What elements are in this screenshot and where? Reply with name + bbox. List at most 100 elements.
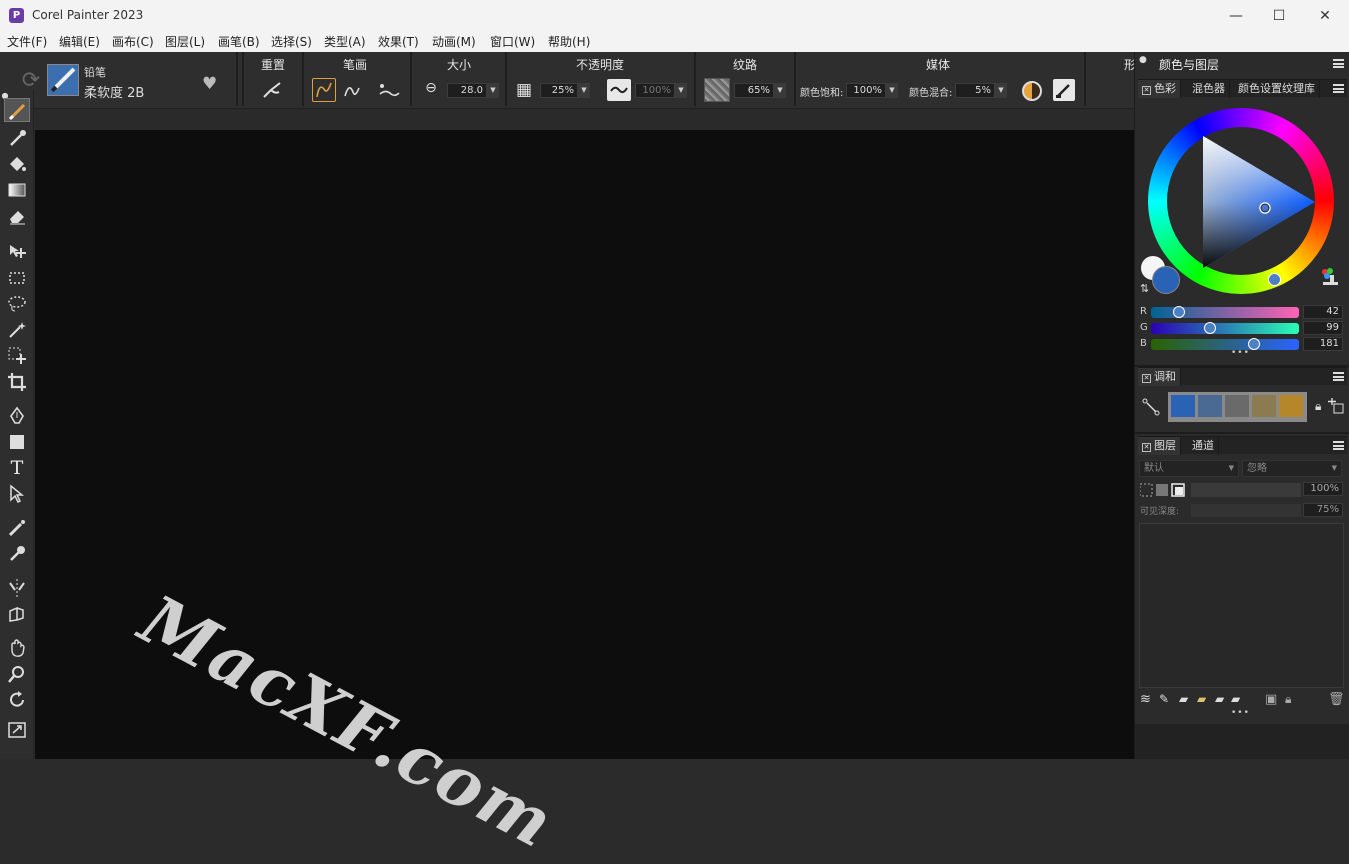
layers-panel-more-icon[interactable]: ••• <box>1231 708 1250 718</box>
menu-brushes[interactable]: 画笔(B) <box>218 33 260 50</box>
close-button[interactable]: ✕ <box>1302 0 1348 32</box>
harmony-menu-icon[interactable] <box>1333 372 1344 381</box>
stroke-options-button[interactable] <box>377 80 401 104</box>
opacity-field[interactable]: 25% <box>540 83 578 98</box>
menu-effects[interactable]: 效果(T) <box>378 33 419 50</box>
lock-harmony-icon[interactable]: 🔒︎ <box>1315 399 1321 414</box>
menu-select[interactable]: 选择(S) <box>271 33 312 50</box>
tab-color-sets[interactable]: 颜色设置纹理库 <box>1234 80 1320 98</box>
swap-colors-icon[interactable]: ⇅ <box>1140 282 1149 295</box>
grain-dropdown[interactable]: ▼ <box>774 83 786 98</box>
color-sampling-icon[interactable] <box>1318 267 1340 289</box>
saturation-value-triangle[interactable] <box>1195 132 1319 272</box>
size-field[interactable]: 28.0 <box>447 83 487 98</box>
lock-layer-icon[interactable]: 🔒︎ <box>1285 692 1291 707</box>
b-value-field[interactable]: 181 <box>1303 337 1343 351</box>
reset-brush-icon[interactable] <box>259 80 285 104</box>
tab-harmony[interactable]: ✕ 调和 <box>1138 368 1181 386</box>
blend-dropdown[interactable]: ▼ <box>995 83 1007 98</box>
rubber-stamp-tool-icon[interactable] <box>4 542 30 566</box>
brush-category[interactable]: 铅笔 <box>84 64 106 80</box>
g-slider[interactable] <box>1151 322 1299 334</box>
r-slider-knob[interactable] <box>1173 306 1186 318</box>
gradient-tool-icon[interactable] <box>4 178 30 202</box>
layer-opacity-field[interactable]: 100% <box>1303 482 1343 496</box>
close-tab-icon[interactable]: ✕ <box>1142 86 1151 95</box>
rectangular-selection-tool-icon[interactable] <box>4 266 30 290</box>
menu-window[interactable]: 窗口(W) <box>490 33 535 50</box>
fit-to-screen-icon[interactable] <box>4 718 30 742</box>
rectangle-shape-tool-icon[interactable] <box>4 430 30 454</box>
magic-wand-tool-icon[interactable] <box>4 318 30 342</box>
layer-adjuster-tool-icon[interactable] <box>4 240 30 264</box>
pen-tool-icon[interactable] <box>4 404 30 428</box>
size-dropdown[interactable]: ▼ <box>487 83 499 98</box>
harmony-swatch[interactable] <box>1225 395 1249 417</box>
composite-depth-select[interactable]: 忽略 ▼ <box>1242 460 1342 477</box>
favorite-heart-icon[interactable]: ♥ <box>202 74 217 94</box>
close-harmony-tab-icon[interactable]: ✕ <box>1142 374 1151 383</box>
layer-lock-icons[interactable] <box>1139 483 1188 497</box>
layer-mask-icon[interactable]: ▣ <box>1265 692 1277 707</box>
new-watercolor-layer-icon[interactable]: ▰ <box>1197 692 1206 706</box>
composite-method-select[interactable]: 默认 ▼ <box>1139 460 1239 477</box>
hue-ring-knob[interactable] <box>1268 273 1281 286</box>
color-panel-more-icon[interactable]: ••• <box>1231 348 1250 358</box>
color-variability-icon[interactable] <box>1022 81 1042 101</box>
harmony-swatch[interactable] <box>1198 395 1222 417</box>
brush-tool-icon[interactable] <box>4 98 30 122</box>
paint-bucket-tool-icon[interactable] <box>4 152 30 176</box>
tab-mixer[interactable]: 混色器 <box>1188 80 1230 98</box>
grain-field[interactable]: 65% <box>734 83 774 98</box>
new-liquid-ink-layer-icon[interactable]: ▰ <box>1215 692 1224 706</box>
rotate-page-tool-icon[interactable] <box>4 688 30 712</box>
straight-stroke-button[interactable] <box>340 80 364 104</box>
new-thick-paint-layer-icon[interactable]: ▰ <box>1231 692 1240 706</box>
opacity-expression-dropdown[interactable]: ▼ <box>675 83 687 98</box>
freehand-stroke-button[interactable] <box>312 78 336 102</box>
brush-variant[interactable]: 柔软度 2B <box>84 82 144 101</box>
grabber-hand-tool-icon[interactable] <box>4 636 30 660</box>
panel-menu-icon[interactable] <box>1333 59 1344 68</box>
harmony-swatch[interactable] <box>1171 395 1195 417</box>
tab-channels[interactable]: 通道 <box>1188 437 1219 455</box>
delete-layer-icon[interactable]: 🗑︎ <box>1328 692 1345 707</box>
maximize-button[interactable]: ☐ <box>1256 0 1302 32</box>
mirror-painting-tool-icon[interactable] <box>4 576 30 600</box>
magnifier-tool-icon[interactable] <box>4 662 30 686</box>
shape-selection-tool-icon[interactable] <box>4 482 30 506</box>
brush-thumbnail[interactable] <box>47 64 79 96</box>
close-layers-tab-icon[interactable]: ✕ <box>1142 443 1151 452</box>
menu-canvas[interactable]: 画布(C) <box>112 33 154 50</box>
depth-slider[interactable] <box>1191 504 1301 517</box>
harmony-swatch[interactable] <box>1252 395 1276 417</box>
layer-opacity-slider[interactable] <box>1191 483 1301 497</box>
menu-file[interactable]: 文件(F) <box>7 33 47 50</box>
main-color-swatch[interactable] <box>1152 266 1180 294</box>
dropper-tool-icon[interactable] <box>4 126 30 150</box>
menu-edit[interactable]: 编辑(E) <box>59 33 100 50</box>
g-slider-knob[interactable] <box>1203 322 1216 334</box>
color-tab-menu-icon[interactable] <box>1333 84 1344 93</box>
opacity-dropdown[interactable]: ▼ <box>578 83 590 98</box>
tab-color[interactable]: ✕ 色彩 <box>1138 80 1181 98</box>
crop-tool-icon[interactable] <box>4 370 30 394</box>
menu-layers[interactable]: 图层(L) <box>165 33 205 50</box>
r-value-field[interactable]: 42 <box>1303 305 1343 319</box>
r-slider[interactable] <box>1151 306 1299 318</box>
paper-texture-icon[interactable] <box>704 78 730 102</box>
new-layer-icon[interactable]: ▰ <box>1179 692 1188 706</box>
dropper-brush-icon[interactable] <box>1053 79 1075 101</box>
layers-menu-icon[interactable] <box>1333 441 1344 450</box>
eraser-tool-icon[interactable] <box>4 204 30 228</box>
g-value-field[interactable]: 99 <box>1303 321 1343 335</box>
blend-field[interactable]: 5% <box>955 83 995 98</box>
depth-field[interactable]: 75% <box>1303 503 1343 517</box>
menu-help[interactable]: 帮助(H) <box>548 33 590 50</box>
perspective-guides-tool-icon[interactable] <box>4 602 30 626</box>
selection-adjuster-tool-icon[interactable] <box>4 344 30 368</box>
minimize-button[interactable]: — <box>1213 0 1259 32</box>
harmony-link-icon[interactable] <box>1142 398 1160 416</box>
opacity-expression-icon[interactable] <box>607 79 631 101</box>
menu-type[interactable]: 类型(A) <box>324 33 366 50</box>
